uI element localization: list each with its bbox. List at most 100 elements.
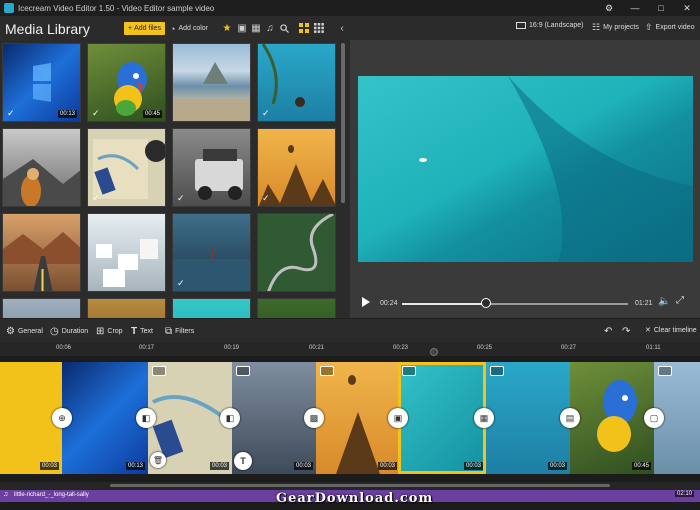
settings-icon[interactable]: ⚙ bbox=[596, 0, 622, 16]
title-bar: Icecream Video Editor 1.50 - Video Edito… bbox=[0, 0, 700, 16]
export-video-button[interactable]: ⇧ Export video bbox=[645, 22, 694, 33]
clip-duration: 00:03 bbox=[39, 462, 59, 470]
transition-button[interactable]: ▢ bbox=[644, 408, 664, 428]
clear-timeline-label: Clear timeline bbox=[653, 326, 697, 334]
maximize-button[interactable]: □ bbox=[648, 0, 674, 16]
santorini-image bbox=[96, 239, 158, 287]
transition-icon[interactable] bbox=[236, 366, 250, 376]
small-grid-view-icon[interactable] bbox=[313, 21, 325, 35]
clear-timeline-button[interactable]: ✕ Clear timeline bbox=[645, 326, 697, 335]
app-logo-icon bbox=[4, 3, 14, 13]
volume-icon[interactable]: 🔈 bbox=[658, 296, 670, 307]
playhead-handle[interactable] bbox=[430, 348, 438, 356]
add-color-button[interactable]: ◔ Add color bbox=[170, 22, 208, 35]
audio-duration: 02:10 bbox=[674, 491, 694, 497]
media-thumb-jeep[interactable]: ✓ bbox=[172, 128, 251, 207]
transition-button[interactable]: ◧ bbox=[220, 408, 240, 428]
add-color-label: Add color bbox=[178, 25, 209, 32]
search-icon[interactable] bbox=[278, 21, 290, 35]
checkmark-icon: ✓ bbox=[262, 193, 270, 203]
video-preview[interactable] bbox=[358, 76, 693, 262]
my-projects-button[interactable]: ☷ My projects bbox=[592, 22, 639, 33]
aspect-ratio-icon bbox=[516, 22, 526, 29]
aspect-ratio-button[interactable]: 16:9 (Landscape) bbox=[516, 22, 583, 29]
clip-duration: 00:03 bbox=[293, 462, 313, 470]
seek-progress bbox=[402, 303, 486, 305]
preview-panel: 16:9 (Landscape) ☷ My projects ⇧ Export … bbox=[350, 16, 700, 318]
media-thumb-beach-woman[interactable]: ✓ bbox=[257, 43, 336, 122]
redo-button[interactable]: ↷ bbox=[622, 326, 630, 337]
ruler-tick: 00:25 bbox=[477, 345, 493, 351]
media-thumb-bagan[interactable]: ✓ bbox=[257, 128, 336, 207]
video-timeline: 00:03 00:13 00:03 00:03 00:03 00:03 00:0… bbox=[0, 356, 700, 482]
media-thumb-mountain-woman[interactable] bbox=[2, 128, 81, 207]
transition-icon[interactable] bbox=[658, 366, 672, 376]
media-thumb-windows[interactable]: ✓ 00:13 bbox=[2, 43, 81, 122]
crop-button[interactable]: ⊞ Crop bbox=[96, 326, 123, 337]
media-thumb-row4-2[interactable] bbox=[87, 298, 166, 318]
media-thumb-map[interactable]: ✓ bbox=[87, 128, 166, 207]
play-icon[interactable] bbox=[362, 297, 370, 307]
redo-icon: ↷ bbox=[622, 326, 631, 337]
checkmark-icon: ✓ bbox=[177, 193, 185, 203]
audio-track-name: little-richard_-_long-tall-sally bbox=[14, 492, 89, 498]
transition-icon[interactable] bbox=[320, 366, 334, 376]
text-overlay-icon[interactable]: T bbox=[234, 452, 252, 470]
media-thumb-bay[interactable] bbox=[172, 43, 251, 122]
total-time: 01:21 bbox=[635, 300, 653, 307]
audio-filter-icon[interactable]: ♫ bbox=[264, 21, 276, 35]
minimize-button[interactable]: — bbox=[622, 0, 648, 16]
media-thumb-santorini[interactable] bbox=[87, 213, 166, 292]
ruler-tick: 01:11 bbox=[646, 345, 661, 351]
transition-icon[interactable] bbox=[490, 366, 504, 376]
filters-label: Filters bbox=[175, 328, 195, 335]
seek-bar[interactable] bbox=[402, 298, 628, 308]
media-library-panel: Media Library + Add files ◔ Add color ★ … bbox=[0, 16, 350, 318]
text-label: Text bbox=[140, 328, 153, 335]
library-scrollbar[interactable] bbox=[341, 43, 345, 203]
timeline-clip-ocean-selected[interactable]: 00:03 bbox=[398, 362, 486, 474]
media-thumb-row4-3[interactable] bbox=[172, 298, 251, 318]
fullscreen-icon[interactable]: ⤢ bbox=[676, 295, 684, 306]
playback-controls: 00:24 01:21 🔈 ⤢ bbox=[350, 292, 700, 314]
add-files-button[interactable]: + Add files bbox=[124, 22, 165, 35]
media-thumb-lake[interactable]: ✓ bbox=[172, 213, 251, 292]
media-thumb-row4-1[interactable] bbox=[2, 298, 81, 318]
timeline-clip-parrot[interactable]: 00:45 bbox=[570, 362, 654, 474]
palette-icon: ◔ bbox=[170, 23, 176, 34]
transition-button[interactable]: ◧ bbox=[136, 408, 156, 428]
transition-button[interactable]: ▦ bbox=[474, 408, 494, 428]
transition-button[interactable]: ▩ bbox=[304, 408, 324, 428]
collapse-panel-icon[interactable]: ‹ bbox=[336, 21, 348, 35]
duration-button[interactable]: ◷ Duration bbox=[50, 326, 88, 337]
image-filter-icon[interactable]: ▦ bbox=[250, 21, 262, 35]
seek-handle[interactable] bbox=[480, 298, 491, 308]
general-button[interactable]: ⚙ General bbox=[6, 326, 43, 337]
checkmark-icon: ✓ bbox=[92, 108, 100, 118]
media-thumb-parrot[interactable]: ✓ 00:45 bbox=[87, 43, 166, 122]
media-thumb-row4-4[interactable] bbox=[257, 298, 336, 318]
zoom-icon[interactable]: ⊕ bbox=[52, 408, 72, 428]
beach-woman-image bbox=[261, 44, 305, 107]
close-button[interactable]: ✕ bbox=[674, 0, 700, 16]
transition-button[interactable]: ▤ bbox=[560, 408, 580, 428]
video-filter-icon[interactable]: ▣ bbox=[236, 21, 248, 35]
trash-icon[interactable]: 🗑 bbox=[150, 452, 166, 468]
transition-icon[interactable] bbox=[152, 366, 166, 376]
favorites-star-icon[interactable]: ★ bbox=[221, 21, 233, 35]
clock-icon: ◷ bbox=[50, 326, 59, 337]
filters-button[interactable]: ⧉ Filters bbox=[165, 326, 194, 337]
undo-button[interactable]: ↶ bbox=[604, 326, 612, 337]
media-thumb-aerial-road[interactable] bbox=[257, 213, 336, 292]
clip-duration: 00:13 bbox=[125, 462, 145, 470]
timeline-scrollbar[interactable] bbox=[0, 482, 700, 490]
transition-icon[interactable] bbox=[402, 366, 416, 376]
timeline-clip-beach-woman[interactable]: 00:03 bbox=[486, 362, 570, 474]
text-button[interactable]: T Text bbox=[131, 326, 153, 337]
media-thumb-road[interactable] bbox=[2, 213, 81, 292]
timeline-scroll-thumb[interactable] bbox=[110, 484, 610, 487]
transition-button[interactable]: ▣ bbox=[388, 408, 408, 428]
large-grid-view-icon[interactable] bbox=[298, 21, 310, 35]
aspect-ratio-label: 16:9 (Landscape) bbox=[529, 22, 584, 29]
timeline-ruler[interactable]: 00:06 00:17 00:19 00:21 00:23 00:25 00:2… bbox=[0, 342, 700, 356]
